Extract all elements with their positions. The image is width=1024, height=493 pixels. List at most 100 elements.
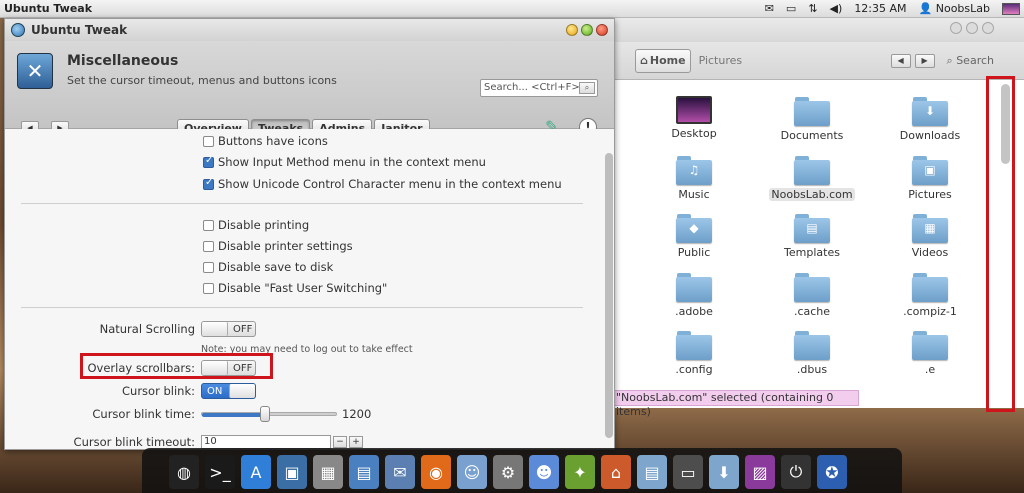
folder-public-icon: ◆: [676, 213, 712, 243]
file-item-label: .e: [924, 363, 936, 376]
tweak-window-title: Ubuntu Tweak: [31, 23, 128, 37]
dock-mail-icon[interactable]: ✉: [385, 455, 415, 489]
dock-terminal-icon[interactable]: >_: [205, 455, 235, 489]
file-item-label: NoobsLab.com: [769, 187, 855, 201]
checkbox-disable-printing[interactable]: [203, 219, 214, 231]
file-item[interactable]: .e: [871, 328, 989, 387]
dock-document-viewer-icon[interactable]: ▤: [349, 455, 379, 489]
slider-handle[interactable]: [260, 406, 270, 422]
session-icon[interactable]: [1002, 2, 1020, 15]
file-item[interactable]: .dbus: [753, 328, 871, 387]
active-app-title: Ubuntu Tweak: [4, 2, 93, 15]
checkbox-unicode-control-menu[interactable]: [203, 177, 214, 190]
tweak-close-button[interactable]: [596, 24, 608, 36]
checkbox-disable-fast-user-switching[interactable]: [203, 282, 214, 294]
fm-close-button[interactable]: [982, 22, 994, 34]
file-item[interactable]: Desktop: [635, 94, 753, 153]
checkbox-disable-printer-settings[interactable]: [203, 240, 214, 252]
file-item[interactable]: ♫ Music: [635, 153, 753, 212]
ubuntu-tweak-logo-icon: [11, 23, 25, 37]
tweak-minimize-button[interactable]: [566, 24, 578, 36]
search-icon: ⌕: [946, 53, 957, 67]
tools-icon: ✕: [17, 53, 53, 89]
volume-indicator-icon[interactable]: ◀): [830, 2, 843, 15]
file-item[interactable]: Documents: [753, 94, 871, 153]
dock-downloads-stack-icon[interactable]: ⬇: [709, 455, 739, 489]
dock-app-store-icon[interactable]: A: [241, 455, 271, 489]
checkbox-row[interactable]: Disable printing: [203, 218, 309, 232]
folder-icon: [912, 330, 948, 360]
file-item[interactable]: NoobsLab.com: [753, 153, 871, 212]
file-item-label: Pictures: [908, 187, 952, 201]
dock-accessibility-icon[interactable]: ✪: [817, 455, 847, 489]
tweak-maximize-button[interactable]: [581, 24, 593, 36]
checkbox-input-method-menu[interactable]: [203, 155, 214, 168]
dock-software-center-icon[interactable]: ✦: [565, 455, 595, 489]
page-subtitle: Set the cursor timeout, menus and button…: [67, 74, 337, 87]
dock-folder-stack-icon[interactable]: ▭: [673, 455, 703, 489]
search-icon[interactable]: ⌕: [579, 82, 595, 94]
tweak-titlebar[interactable]: Ubuntu Tweak: [5, 19, 614, 41]
folder-music-icon: ♫: [676, 155, 712, 185]
folder-templates-icon: ▤: [794, 213, 830, 243]
fm-maximize-button[interactable]: [966, 22, 978, 34]
user-menu[interactable]: 👤 NoobsLab: [919, 2, 990, 15]
file-item[interactable]: ▦ Videos: [871, 211, 989, 270]
tweak-scrollbar[interactable]: [605, 153, 613, 438]
mail-indicator-icon[interactable]: ✉: [765, 2, 774, 15]
dock-home-folder-icon[interactable]: ⌂: [601, 455, 631, 489]
file-item[interactable]: .config: [635, 328, 753, 387]
home-button[interactable]: ⌂ Home: [635, 48, 691, 73]
dock-power-icon[interactable]: ⏻: [781, 455, 811, 489]
battery-indicator-icon[interactable]: ▭: [786, 2, 796, 15]
dock: ◍ >_ A ▣ ▦ ▤ ✉ ◉ ☺ ⚙ ☻ ✦ ⌂ ▤ ▭ ⬇ ▨ ⏻ ✪: [165, 444, 865, 493]
file-item-label: .cache: [793, 304, 831, 318]
folder-icon: [676, 272, 712, 302]
file-manager-titlebar[interactable]: [613, 18, 1024, 42]
file-item[interactable]: .cache: [753, 270, 871, 329]
checkbox-row[interactable]: Show Input Method menu in the context me…: [203, 155, 486, 169]
dock-wallpaper-icon[interactable]: ▨: [745, 455, 775, 489]
top-panel: Ubuntu Tweak ✉ ▭ ⇅ ◀) 12:35 AM 👤 NoobsLa…: [0, 0, 1024, 18]
checkbox-row[interactable]: Disable printer settings: [203, 239, 353, 253]
file-item[interactable]: ⬇ Downloads: [871, 94, 989, 153]
dock-finder-icon[interactable]: ☻: [529, 455, 559, 489]
checkbox-row[interactable]: Disable "Fast User Switching": [203, 281, 387, 295]
scrollbar-highlight-box: [986, 76, 1015, 412]
clock[interactable]: 12:35 AM: [854, 2, 906, 15]
tweak-search-input[interactable]: Search... <Ctrl+F> ⌕: [480, 79, 598, 97]
dock-apple-icon[interactable]: ◍: [169, 455, 199, 489]
natural-scrolling-toggle[interactable]: OFF: [201, 321, 256, 337]
file-item-label: .config: [675, 363, 713, 376]
fm-search-button[interactable]: ⌕ Search: [947, 54, 994, 68]
cursor-blink-toggle[interactable]: ON: [201, 383, 256, 399]
folder-icon: [794, 272, 830, 302]
dock-settings-icon[interactable]: ⚙: [493, 455, 523, 489]
file-item[interactable]: .compiz-1: [871, 270, 989, 329]
fm-minimize-button[interactable]: [950, 22, 962, 34]
dock-calculator-icon[interactable]: ▦: [313, 455, 343, 489]
checkbox-row[interactable]: Buttons have icons: [203, 134, 328, 148]
fm-forward-button[interactable]: ▶: [914, 53, 935, 68]
network-indicator-icon[interactable]: ⇅: [808, 2, 817, 15]
slider-fill: [202, 413, 265, 417]
checkbox-row[interactable]: Disable save to disk: [203, 260, 333, 274]
folder-icon: [794, 330, 830, 360]
page-title: Miscellaneous: [67, 53, 179, 69]
checkbox-buttons-have-icons[interactable]: [203, 135, 214, 147]
dock-firefox-icon[interactable]: ◉: [421, 455, 451, 489]
folder-icon: [794, 96, 830, 126]
dock-image-viewer-icon[interactable]: ▣: [277, 455, 307, 489]
indicator-area: ✉ ▭ ⇅ ◀) 12:35 AM 👤 NoobsLab: [765, 2, 1024, 15]
checkbox-disable-save-to-disk[interactable]: [203, 261, 214, 273]
file-item[interactable]: ▤ Templates: [753, 211, 871, 270]
file-item-label: Downloads: [899, 129, 961, 142]
dock-documents-stack-icon[interactable]: ▤: [637, 455, 667, 489]
file-item[interactable]: ◆ Public: [635, 211, 753, 270]
dock-chat-icon[interactable]: ☺: [457, 455, 487, 489]
file-item[interactable]: ▣ Pictures: [871, 153, 989, 212]
checkbox-row[interactable]: Show Unicode Control Character menu in t…: [203, 177, 562, 191]
fm-back-button[interactable]: ◀: [890, 53, 911, 68]
file-item[interactable]: .adobe: [635, 270, 753, 329]
breadcrumb-pictures[interactable]: Pictures: [699, 54, 743, 67]
